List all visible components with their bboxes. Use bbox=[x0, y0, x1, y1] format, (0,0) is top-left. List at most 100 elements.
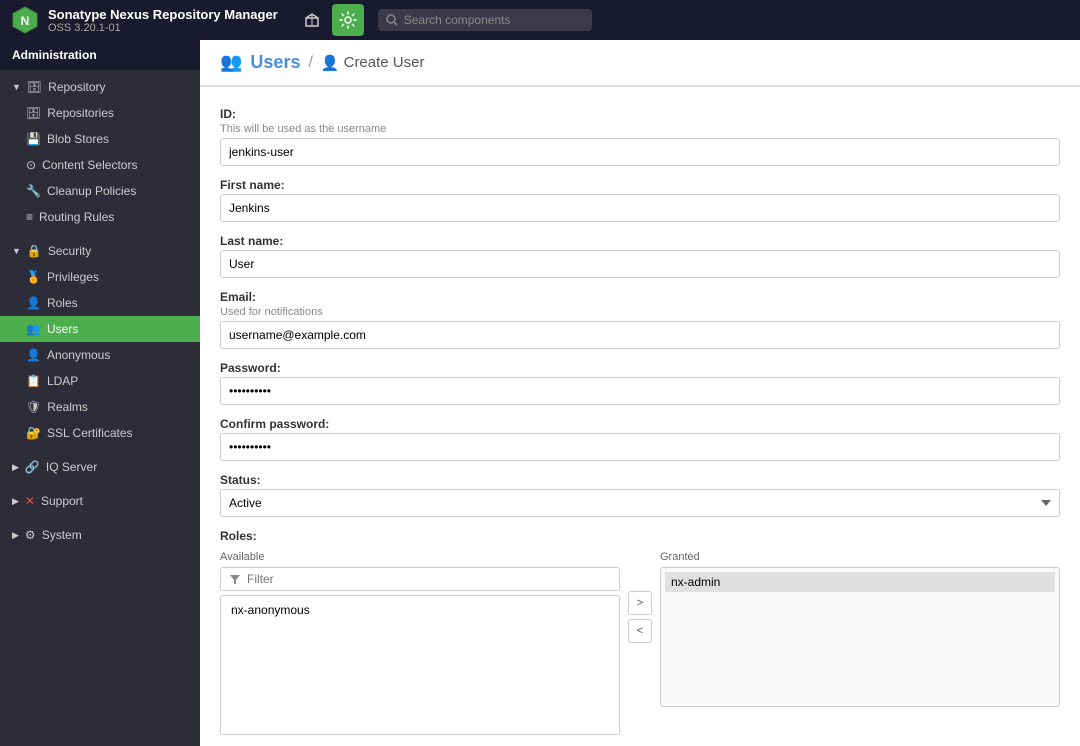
sidebar-item-routing-rules[interactable]: ≡ Routing Rules bbox=[0, 204, 200, 230]
email-label: Email: bbox=[220, 290, 1060, 304]
available-roles-header: Available bbox=[220, 551, 620, 563]
ssl-icon: 🔐 bbox=[26, 426, 41, 440]
sidebar-group-label-security: Security bbox=[48, 244, 91, 258]
confirm-password-label: Confirm password: bbox=[220, 417, 1060, 431]
sidebar-item-privileges[interactable]: 🏅 Privileges bbox=[0, 264, 200, 290]
lastname-field-group: Last name: bbox=[220, 234, 1060, 278]
breadcrumb-users-icon: 👥 bbox=[220, 52, 242, 73]
sidebar-item-content-selectors[interactable]: ⊙ Content Selectors bbox=[0, 152, 200, 178]
email-field-group: Email: Used for notifications bbox=[220, 290, 1060, 349]
sidebar-item-roles[interactable]: 👤 Roles bbox=[0, 290, 200, 316]
confirm-password-field-group: Confirm password: bbox=[220, 417, 1060, 461]
status-label: Status: bbox=[220, 473, 1060, 487]
roles-arrows: > < bbox=[628, 551, 652, 643]
content-selectors-icon: ⊙ bbox=[26, 158, 36, 172]
sidebar-item-label: Repositories bbox=[47, 106, 114, 120]
form-area: ID: This will be used as the username Fi… bbox=[200, 86, 1080, 746]
box-icon-btn[interactable] bbox=[296, 4, 328, 36]
sidebar-group-iq[interactable]: ▶ 🔗 IQ Server bbox=[0, 454, 200, 480]
blob-stores-icon: 💾 bbox=[26, 132, 41, 146]
sidebar-item-label: Routing Rules bbox=[39, 210, 114, 224]
svg-text:N: N bbox=[21, 14, 30, 28]
search-input[interactable] bbox=[404, 13, 584, 27]
sidebar-item-label: Cleanup Policies bbox=[47, 184, 136, 198]
sidebar-group-security[interactable]: ▼ 🔒 Security bbox=[0, 238, 200, 264]
email-input[interactable] bbox=[220, 321, 1060, 349]
breadcrumb-current: 👤 Create User bbox=[321, 54, 425, 72]
roles-container: Available nx-anonymous > bbox=[220, 551, 1060, 735]
sidebar-item-anonymous[interactable]: 👤 Anonymous bbox=[0, 342, 200, 368]
privileges-icon: 🏅 bbox=[26, 270, 41, 284]
realms-icon: 🛡 bbox=[26, 400, 41, 414]
sidebar-item-repositories[interactable]: 🗄 Repositories bbox=[0, 100, 200, 126]
repositories-icon: 🗄 bbox=[26, 106, 41, 120]
expand-icon: ▼ bbox=[12, 246, 21, 256]
available-roles-list: nx-anonymous bbox=[220, 595, 620, 735]
list-item[interactable]: nx-admin bbox=[665, 572, 1055, 592]
anonymous-icon: 👤 bbox=[26, 348, 41, 362]
lastname-input[interactable] bbox=[220, 250, 1060, 278]
create-user-icon: 👤 bbox=[321, 54, 340, 72]
sidebar-item-users[interactable]: 👥 Users bbox=[0, 316, 200, 342]
breadcrumb-separator: / bbox=[308, 54, 312, 72]
gear-icon-btn[interactable] bbox=[332, 4, 364, 36]
sidebar-section-support: ▶ ✕ Support bbox=[0, 484, 200, 518]
firstname-input[interactable] bbox=[220, 194, 1060, 222]
move-right-button[interactable]: > bbox=[628, 591, 652, 615]
page-header: 👥 Users / 👤 Create User bbox=[200, 40, 1080, 86]
sidebar-item-label: LDAP bbox=[47, 374, 78, 388]
sidebar-item-label: Roles bbox=[47, 296, 78, 310]
expand-icon: ▼ bbox=[12, 82, 21, 92]
app-name: Sonatype Nexus Repository Manager bbox=[48, 7, 278, 22]
sidebar-section-security: ▼ 🔒 Security 🏅 Privileges 👤 Roles 👥 User… bbox=[0, 234, 200, 450]
breadcrumb-users-link[interactable]: Users bbox=[250, 52, 300, 73]
sidebar-header: Administration bbox=[0, 40, 200, 70]
granted-roles-panel: Granted nx-admin bbox=[660, 551, 1060, 707]
sidebar-group-label-support: Support bbox=[41, 494, 83, 508]
available-roles-panel: Available nx-anonymous bbox=[220, 551, 620, 735]
iq-icon: 🔗 bbox=[25, 460, 40, 474]
expand-icon: ▶ bbox=[12, 462, 19, 473]
id-input[interactable] bbox=[220, 138, 1060, 166]
logo: N Sonatype Nexus Repository Manager OSS … bbox=[10, 5, 278, 35]
sidebar-group-support[interactable]: ▶ ✕ Support bbox=[0, 488, 200, 514]
sidebar-item-realms[interactable]: 🛡 Realms bbox=[0, 394, 200, 420]
sidebar-group-label-system: System bbox=[42, 528, 82, 542]
sidebar: Administration ▼ 🗄 Repository 🗄 Reposito… bbox=[0, 40, 200, 746]
sidebar-item-label: Users bbox=[47, 322, 78, 336]
id-field-group: ID: This will be used as the username bbox=[220, 107, 1060, 166]
roles-field-group: Roles: Available nx-anonymous bbox=[220, 529, 1060, 735]
users-icon: 👥 bbox=[26, 322, 41, 336]
roles-filter[interactable] bbox=[220, 567, 620, 591]
topbar-icons bbox=[296, 4, 364, 36]
search-bar[interactable] bbox=[378, 9, 592, 31]
sidebar-group-system[interactable]: ▶ ⚙ System bbox=[0, 522, 200, 548]
topbar: N Sonatype Nexus Repository Manager OSS … bbox=[0, 0, 1080, 40]
password-field-group: Password: bbox=[220, 361, 1060, 405]
expand-icon: ▶ bbox=[12, 530, 19, 541]
password-label: Password: bbox=[220, 361, 1060, 375]
sidebar-item-blob-stores[interactable]: 💾 Blob Stores bbox=[0, 126, 200, 152]
sidebar-section-iq: ▶ 🔗 IQ Server bbox=[0, 450, 200, 484]
sidebar-group-label-iq: IQ Server bbox=[46, 460, 97, 474]
sidebar-item-label: Realms bbox=[47, 400, 88, 414]
gear-icon bbox=[339, 11, 357, 29]
move-left-button[interactable]: < bbox=[628, 619, 652, 643]
main-content: 👥 Users / 👤 Create User ID: This will be… bbox=[200, 40, 1080, 746]
sidebar-group-label-repository: Repository bbox=[48, 80, 105, 94]
roles-icon: 👤 bbox=[26, 296, 41, 310]
sidebar-item-label: Privileges bbox=[47, 270, 99, 284]
sidebar-item-cleanup-policies[interactable]: 🔧 Cleanup Policies bbox=[0, 178, 200, 204]
status-select[interactable]: Active Disabled bbox=[220, 489, 1060, 517]
sidebar-item-ldap[interactable]: 📋 LDAP bbox=[0, 368, 200, 394]
filter-icon bbox=[229, 573, 241, 585]
sidebar-item-ssl-certificates[interactable]: 🔐 SSL Certificates bbox=[0, 420, 200, 446]
email-hint: Used for notifications bbox=[220, 306, 1060, 318]
firstname-label: First name: bbox=[220, 178, 1060, 192]
list-item[interactable]: nx-anonymous bbox=[225, 600, 615, 620]
confirm-password-input[interactable] bbox=[220, 433, 1060, 461]
sidebar-group-repository[interactable]: ▼ 🗄 Repository bbox=[0, 74, 200, 100]
ldap-icon: 📋 bbox=[26, 374, 41, 388]
password-input[interactable] bbox=[220, 377, 1060, 405]
roles-filter-input[interactable] bbox=[247, 572, 611, 586]
